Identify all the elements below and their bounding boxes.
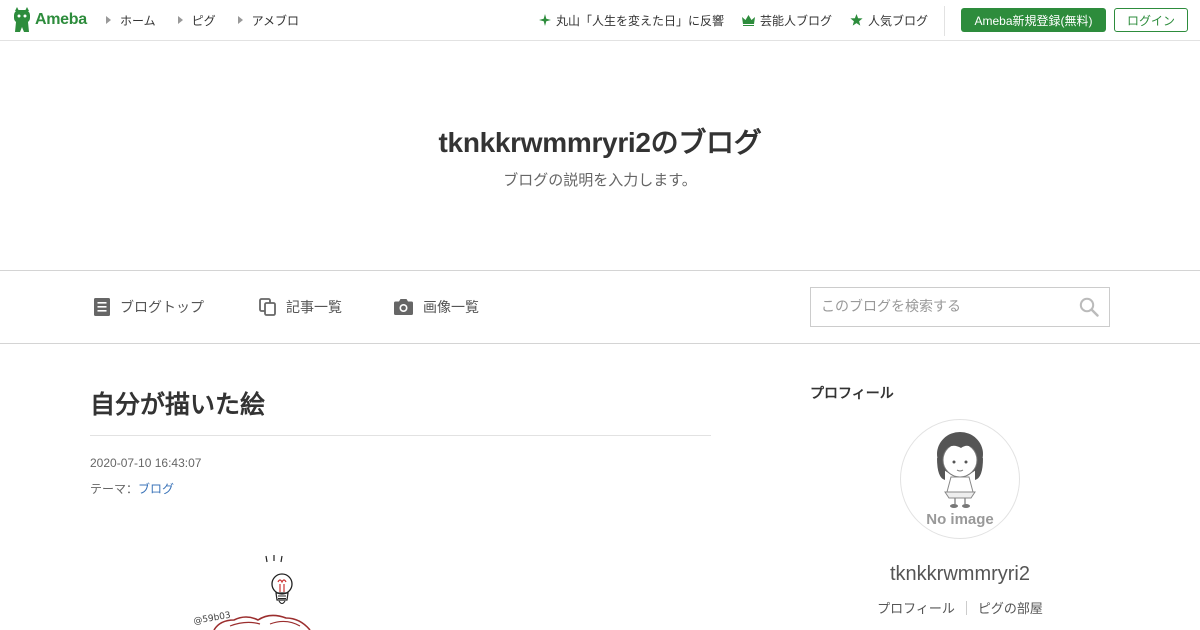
link-divider — [965, 600, 967, 615]
nav-ameblo-label: アメブロ — [251, 13, 300, 28]
theme-prefix: テーマ： — [90, 482, 139, 496]
blog-top-label: ブログトップ — [120, 300, 204, 316]
ameba-mascot-icon — [14, 7, 30, 32]
trend-popular-link[interactable]: 人気ブログ — [850, 12, 928, 29]
blog-search-input[interactable] — [811, 288, 1061, 326]
no-image-avatar-icon: No image — [926, 432, 994, 528]
camera-icon — [394, 299, 413, 315]
ameba-logo[interactable]: Ameba — [12, 7, 87, 33]
document-icon — [94, 298, 110, 316]
lightbulb-drawing: @59b03 — [193, 555, 311, 630]
article-title[interactable]: 自分が描いた絵 — [90, 385, 265, 421]
entry-list-link[interactable]: 記事一覧 — [259, 271, 342, 343]
article-date: 2020-07-10 16:43:07 — [90, 456, 202, 470]
copy-icon — [259, 298, 276, 316]
trend-news-label: 丸山「人生を変えた日」に反響 — [555, 13, 724, 28]
nav-home[interactable]: ホーム — [106, 12, 156, 29]
article-theme: テーマ：ブログ — [90, 480, 174, 497]
trend-news-link[interactable]: 丸山「人生を変えた日」に反響 — [538, 12, 724, 29]
sparkle-icon — [538, 14, 551, 26]
profile-name[interactable]: tknkkrwmmryri2 — [810, 563, 1110, 586]
logo-text: Ameba — [35, 11, 87, 28]
global-nav: ホーム ピグ アメブロ — [106, 0, 321, 40]
trend-popular-label: 人気ブログ — [867, 13, 928, 28]
avatar[interactable]: No image — [900, 419, 1020, 539]
entry-list-label: 記事一覧 — [286, 300, 342, 316]
image-list-link[interactable]: 画像一覧 — [394, 271, 479, 343]
blog-top-link[interactable]: ブログトップ — [94, 271, 204, 343]
image-list-label: 画像一覧 — [423, 300, 479, 316]
profile-links: プロフィール ピグの部屋 — [810, 598, 1110, 617]
blog-header: tknkkrwmmryri2のブログ ブログの説明を入力します。 — [0, 41, 1200, 270]
header-divider — [944, 6, 945, 36]
trend-celebrity-label: 芸能人ブログ — [759, 13, 832, 28]
title-divider — [90, 435, 711, 436]
star-icon — [850, 14, 863, 26]
triangle-right-icon — [106, 16, 111, 24]
triangle-right-icon — [237, 16, 243, 24]
profile-link[interactable]: プロフィール — [877, 598, 955, 617]
global-header: Ameba ホーム ピグ アメブロ 丸山「人生を変えた日」に反響 芸能人ブログ — [0, 0, 1200, 41]
theme-link[interactable]: ブログ — [138, 482, 174, 496]
nav-pigg[interactable]: ピグ — [177, 12, 216, 29]
blog-title[interactable]: tknkkrwmmryri2のブログ — [0, 121, 1200, 161]
trending-links: 丸山「人生を変えた日」に反響 芸能人ブログ 人気ブログ — [521, 0, 928, 40]
article-image[interactable]: @59b03 — [190, 548, 330, 630]
blog-nav: ブログトップ 記事一覧 画像一覧 — [0, 270, 1200, 344]
login-button[interactable]: ログイン — [1114, 8, 1188, 32]
avatar-no-image-text: No image — [926, 511, 994, 528]
trend-celebrity-link[interactable]: 芸能人ブログ — [741, 12, 832, 29]
register-button[interactable]: Ameba新規登録(無料) — [961, 8, 1106, 32]
crown-icon — [741, 14, 755, 26]
nav-ameblo[interactable]: アメブロ — [237, 12, 300, 29]
pigg-room-link[interactable]: ピグの部屋 — [978, 598, 1043, 617]
nav-home-label: ホーム — [120, 13, 156, 28]
search-icon[interactable] — [1079, 297, 1099, 317]
triangle-right-icon — [177, 16, 183, 24]
nav-pigg-label: ピグ — [191, 13, 216, 28]
blog-description: ブログの説明を入力します。 — [503, 171, 697, 189]
sidebar-profile-heading: プロフィール — [810, 386, 894, 402]
blog-search — [810, 287, 1110, 327]
art-watermark: @59b03 — [193, 611, 232, 627]
